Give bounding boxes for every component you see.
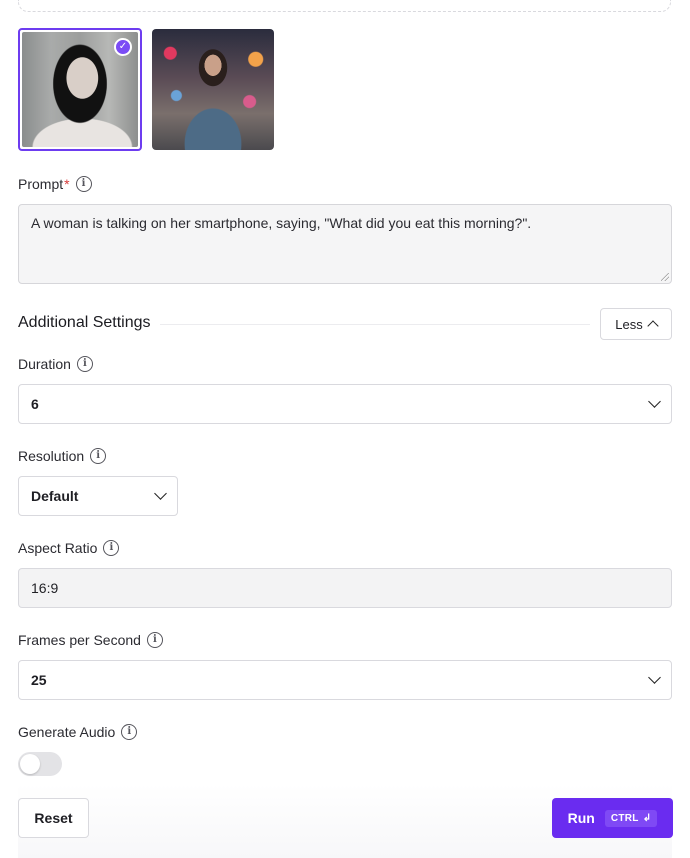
- generate-audio-label-row: Generate Audio i: [18, 724, 138, 740]
- generate-audio-toggle[interactable]: [18, 752, 62, 776]
- less-button[interactable]: Less: [600, 308, 672, 340]
- run-label: Run: [567, 810, 595, 826]
- fps-label: Frames per Second: [18, 632, 141, 648]
- aspect-ratio-field: 16:9: [18, 568, 672, 608]
- chevron-down-icon: [648, 395, 661, 408]
- image-gallery: ✓: [18, 28, 274, 151]
- chevron-down-icon: [648, 671, 661, 684]
- reset-button[interactable]: Reset: [18, 798, 89, 838]
- generate-audio-label: Generate Audio: [18, 724, 116, 740]
- prompt-textarea[interactable]: A woman is talking on her smartphone, sa…: [18, 204, 672, 284]
- aspect-ratio-value: 16:9: [31, 580, 59, 596]
- resolution-label: Resolution: [18, 448, 85, 464]
- resolution-select[interactable]: Default: [18, 476, 178, 516]
- aspect-ratio-label: Aspect Ratio: [18, 540, 98, 556]
- chevron-up-icon: [647, 320, 659, 332]
- additional-settings-title: Additional Settings: [18, 314, 151, 331]
- required-marker: *: [64, 176, 70, 192]
- toggle-knob: [20, 754, 40, 774]
- shortcut-label: CTRL: [610, 812, 639, 824]
- info-icon[interactable]: i: [146, 632, 163, 648]
- duration-label-row: Duration i: [18, 356, 93, 372]
- enter-key-icon: ↲: [642, 812, 652, 824]
- info-icon[interactable]: i: [75, 176, 92, 192]
- fps-value: 25: [31, 672, 47, 688]
- less-label: Less: [615, 316, 643, 332]
- info-icon[interactable]: i: [103, 540, 120, 556]
- fps-select[interactable]: 25: [18, 660, 672, 700]
- info-icon[interactable]: i: [90, 448, 107, 464]
- resolution-label-row: Resolution i: [18, 448, 107, 464]
- section-divider: [160, 324, 590, 325]
- resolution-value: Default: [31, 488, 79, 504]
- duration-select[interactable]: 6: [18, 384, 672, 424]
- run-button[interactable]: Run CTRL ↲: [552, 798, 673, 838]
- info-icon[interactable]: i: [76, 356, 93, 372]
- resize-handle-icon[interactable]: [661, 273, 669, 281]
- reset-label: Reset: [34, 810, 73, 826]
- fps-label-row: Frames per Second i: [18, 632, 163, 648]
- check-icon: ✓: [114, 38, 132, 56]
- aspect-ratio-label-row: Aspect Ratio i: [18, 540, 120, 556]
- duration-label: Duration: [18, 356, 71, 372]
- info-icon[interactable]: i: [121, 724, 138, 740]
- upload-dropzone[interactable]: [18, 0, 671, 12]
- prompt-label-row: Prompt * i: [18, 176, 92, 192]
- image-thumbnail-selected[interactable]: ✓: [18, 28, 142, 151]
- image-thumbnail[interactable]: [152, 29, 274, 150]
- woman-street-image: [152, 29, 274, 150]
- shortcut-badge: CTRL ↲: [604, 809, 658, 827]
- prompt-label: Prompt: [18, 176, 64, 192]
- duration-value: 6: [31, 396, 39, 412]
- prompt-text: A woman is talking on her smartphone, sa…: [31, 215, 532, 231]
- chevron-down-icon: [154, 487, 167, 500]
